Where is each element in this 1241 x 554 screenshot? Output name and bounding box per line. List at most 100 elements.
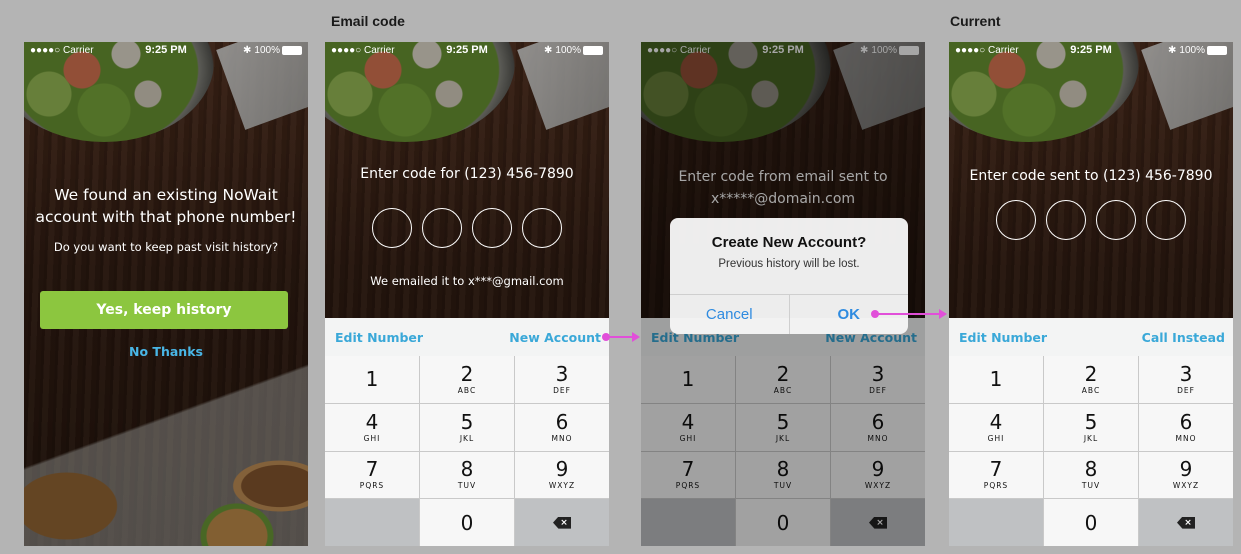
numeric-keypad: 1 2 ABC 3 DEF 4 GHI 5 JKL 6 MNO 7 PQRS 8 TUV 9 WXYZ 0 ×	[325, 356, 609, 546]
message-line-2: account with that phone number!	[35, 208, 297, 226]
email-note: We emailed it to x***@gmail.com	[370, 274, 564, 288]
key-9[interactable]: 9 WXYZ	[515, 451, 609, 499]
delete-icon: ×	[553, 516, 571, 529]
dialog-title: Create New Account?	[711, 234, 867, 251]
history-question: Do you want to keep past visit history?	[53, 240, 279, 254]
key-digit: 6	[555, 409, 569, 434]
key-7[interactable]: 7 PQRS	[949, 451, 1043, 499]
phone-screen-existing-account: ●●●●○ Carrier 9:25 PM ✱ 100% We found an …	[24, 42, 308, 546]
key-6[interactable]: 6 MNO	[1139, 403, 1233, 451]
key-digit: 8	[460, 457, 474, 482]
battery-icon	[583, 45, 603, 55]
key-5[interactable]: 5 JKL	[1044, 403, 1138, 451]
edit-number-link[interactable]: Edit Number	[335, 330, 423, 345]
battery-indicator: ✱ 100%	[1168, 45, 1227, 56]
no-thanks-button[interactable]: No Thanks	[24, 344, 308, 359]
arrow-start-dot	[871, 310, 879, 318]
key-digit: 4	[365, 409, 379, 434]
delete-key[interactable]: ×	[515, 499, 609, 546]
battery-indicator: ✱ 100%	[544, 45, 603, 56]
key-8[interactable]: 8 TUV	[1044, 451, 1138, 499]
key-letters: GHI	[363, 433, 381, 443]
key-digit: 7	[989, 457, 1003, 482]
code-input[interactable]	[325, 208, 609, 248]
key-digit: 5	[1084, 409, 1098, 434]
key-digit: 8	[1084, 457, 1098, 482]
key-letters: MNO	[1175, 433, 1197, 443]
delete-key[interactable]: ×	[1139, 499, 1233, 546]
key-4[interactable]: 4 GHI	[949, 403, 1043, 451]
call-instead-link[interactable]: Call Instead	[1142, 330, 1225, 345]
arrow-head	[632, 332, 640, 342]
message-line-1: We found an existing NoWait	[54, 186, 278, 204]
battery-percent: 100%	[1179, 45, 1205, 56]
key-letters: MNO	[551, 433, 573, 443]
key-6[interactable]: 6 MNO	[515, 403, 609, 451]
arrow-start-dot	[602, 333, 610, 341]
key-digit: 5	[460, 409, 474, 434]
new-account-link[interactable]: New Account	[509, 330, 601, 345]
key-3[interactable]: 3 DEF	[515, 356, 609, 403]
key-digit: 9	[1179, 457, 1193, 482]
key-digit: 3	[1179, 361, 1193, 386]
bluetooth-icon: ✱	[243, 45, 252, 56]
key-letters: WXYZ	[1172, 481, 1200, 491]
key-letters: DEF	[553, 385, 571, 395]
code-digit-4	[1146, 200, 1186, 240]
key-blank	[949, 499, 1043, 546]
cancel-button[interactable]: Cancel	[670, 295, 789, 334]
battery-icon	[282, 45, 302, 55]
bluetooth-icon: ✱	[544, 45, 553, 56]
key-digit: 2	[1084, 361, 1098, 386]
key-7[interactable]: 7 PQRS	[325, 451, 419, 499]
section-label-email-code: Email code	[331, 13, 405, 29]
code-digit-4	[522, 208, 562, 248]
code-prompt: Enter code for (123) 456-7890	[360, 166, 574, 182]
delete-icon: ×	[1177, 516, 1195, 529]
key-5[interactable]: 5 JKL	[420, 403, 514, 451]
key-1[interactable]: 1	[949, 356, 1043, 403]
code-digit-3	[1096, 200, 1136, 240]
key-digit: 0	[1084, 510, 1098, 535]
key-2[interactable]: 2 ABC	[420, 356, 514, 403]
key-digit: 0	[460, 510, 474, 535]
battery-percent: 100%	[555, 45, 581, 56]
key-4[interactable]: 4 GHI	[325, 403, 419, 451]
flow-arrow-1	[602, 332, 640, 342]
action-bar: Edit Number Call Instead	[949, 318, 1233, 356]
existing-account-message: We found an existing NoWait account with…	[24, 184, 308, 228]
key-9[interactable]: 9 WXYZ	[1139, 451, 1233, 499]
battery-icon	[1207, 45, 1227, 55]
key-letters: PQRS	[359, 481, 385, 491]
key-letters: PQRS	[983, 481, 1009, 491]
key-8[interactable]: 8 TUV	[420, 451, 514, 499]
key-letters: ABC	[457, 385, 477, 395]
phone-screen-email-code: ●●●●○ Carrier 9:25 PM ✱ 100% Enter code f…	[325, 42, 609, 546]
key-digit: 4	[989, 409, 1003, 434]
code-digit-1	[372, 208, 412, 248]
arrow-head	[939, 309, 947, 319]
keep-history-button[interactable]: Yes, keep history	[40, 291, 288, 329]
key-blank	[325, 499, 419, 546]
status-bar: ●●●●○ Carrier 9:25 PM ✱ 100%	[24, 42, 308, 60]
key-0[interactable]: 0	[1044, 499, 1138, 546]
key-2[interactable]: 2 ABC	[1044, 356, 1138, 403]
key-digit: 6	[1179, 409, 1193, 434]
key-digit: 7	[365, 457, 379, 482]
key-digit: 2	[460, 361, 474, 386]
key-1[interactable]: 1	[325, 356, 419, 403]
key-letters: ABC	[1081, 385, 1101, 395]
edit-number-link[interactable]: Edit Number	[959, 330, 1047, 345]
phone-screen-current: ●●●●○ Carrier 9:25 PM ✱ 100% Enter code s…	[949, 42, 1233, 546]
bluetooth-icon: ✱	[1168, 45, 1177, 56]
key-letters: JKL	[459, 433, 475, 443]
numeric-keypad: 1 2 ABC 3 DEF 4 GHI 5 JKL 6 MNO 7 PQRS 8 TUV 9 WXYZ 0 ×	[949, 356, 1233, 546]
key-digit: 3	[555, 361, 569, 386]
code-digit-3	[472, 208, 512, 248]
key-letters: WXYZ	[548, 481, 576, 491]
key-letters: TUV	[1081, 481, 1101, 491]
key-letters: DEF	[1177, 385, 1195, 395]
code-input[interactable]	[949, 200, 1233, 240]
key-0[interactable]: 0	[420, 499, 514, 546]
key-3[interactable]: 3 DEF	[1139, 356, 1233, 403]
